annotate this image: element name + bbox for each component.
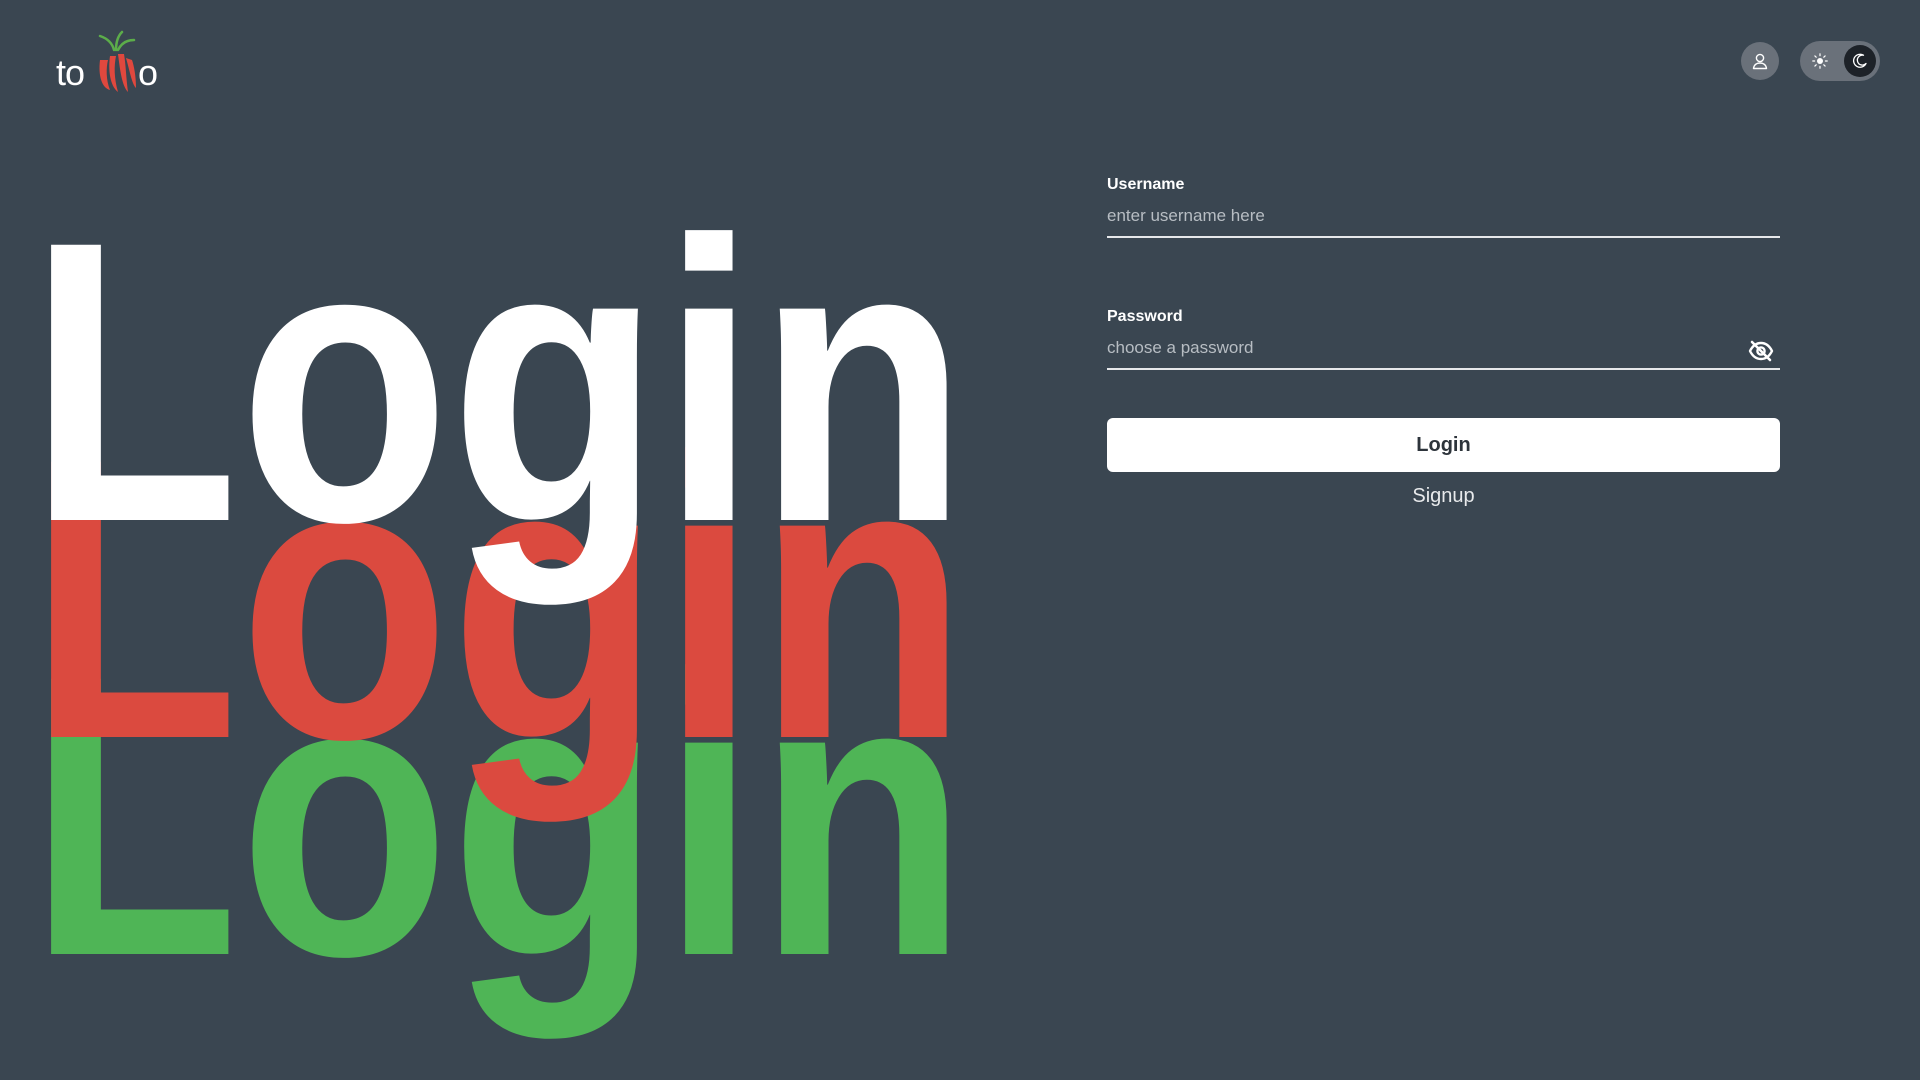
password-input[interactable] [1107,334,1780,366]
username-field-wrapper [1107,202,1780,238]
login-page: to o Logi Logi Logi Username enter usern… [0,0,1920,1080]
sun-icon[interactable] [1810,51,1830,71]
user-icon [1752,53,1768,70]
password-field-wrapper [1107,334,1780,370]
user-account-button[interactable] [1741,42,1779,80]
login-button[interactable]: Login [1107,418,1780,472]
password-label: Password [1107,308,1183,325]
login-form: Username Password Login Signup [1107,176,1780,508]
theme-toggle[interactable] [1800,41,1880,81]
username-input[interactable] [1107,202,1780,234]
password-block: Password [1107,308,1780,370]
signup-link[interactable]: Signup [1107,485,1780,508]
username-label: Username [1107,176,1185,193]
hero-word-white: Login [28,158,968,608]
eye-off-icon[interactable] [1748,340,1774,362]
moon-icon[interactable] [1844,45,1876,77]
hero-login-words: Login Login Login [28,158,968,1042]
